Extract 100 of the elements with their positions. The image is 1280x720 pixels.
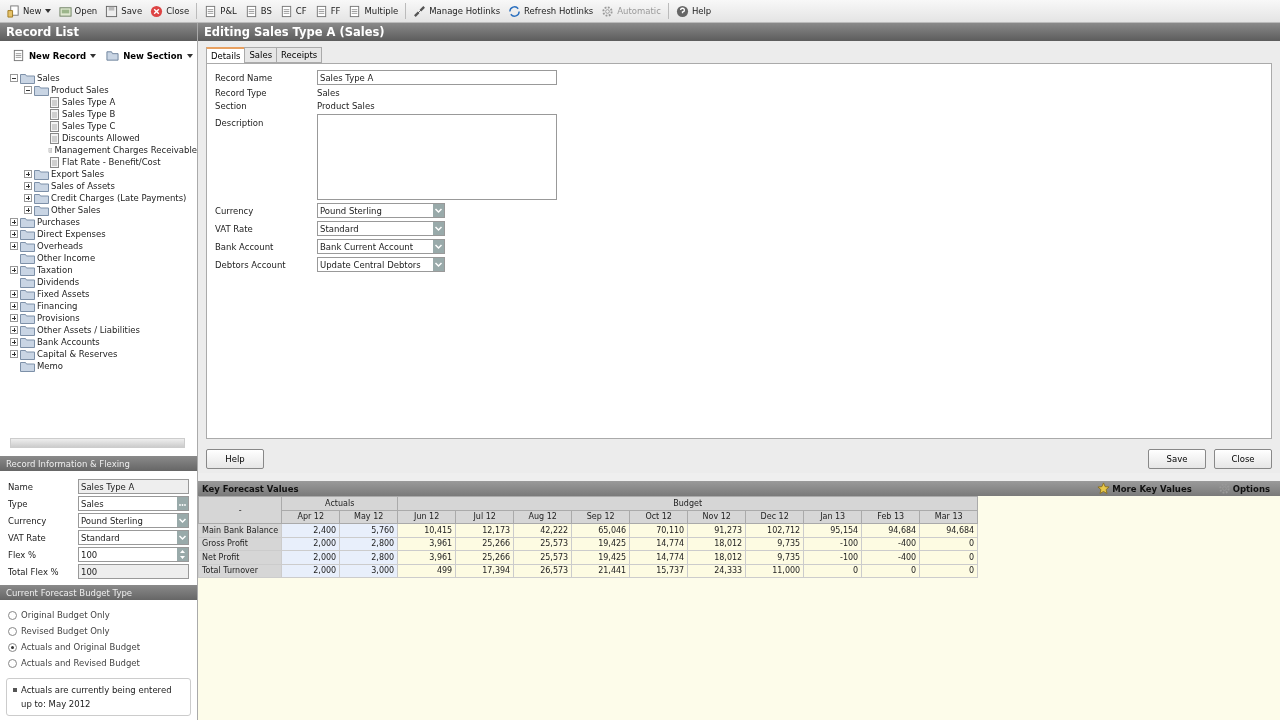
toolbar-button[interactable]: P&L xyxy=(201,2,240,20)
toolbar-button[interactable]: Help xyxy=(672,2,715,20)
panel-title: Record List xyxy=(0,23,197,41)
tree-item[interactable]: Sales of Assets xyxy=(51,181,115,191)
number-field[interactable]: 100 xyxy=(78,547,189,562)
tree-item[interactable]: Purchases xyxy=(37,217,81,227)
toolbar-button[interactable]: Open xyxy=(55,2,101,20)
tree-item[interactable]: Taxation xyxy=(37,265,73,275)
expand-toggle[interactable] xyxy=(24,170,32,178)
gear-icon xyxy=(601,4,615,18)
help-button[interactable]: Help xyxy=(206,449,264,469)
toolbar-button[interactable]: Save xyxy=(102,2,146,20)
radio-button[interactable] xyxy=(8,642,17,652)
tab[interactable]: Sales xyxy=(244,47,278,63)
collapse-toggle[interactable] xyxy=(10,74,18,82)
radio-label: Original Budget Only xyxy=(21,610,110,620)
field-label: Debtors Account xyxy=(215,259,287,270)
radio-button[interactable] xyxy=(8,626,17,636)
collapse-toggle[interactable] xyxy=(24,86,32,94)
toolbar-button[interactable]: New Section xyxy=(106,49,193,62)
dialog-button[interactable]: Save xyxy=(1148,449,1206,469)
tree-item[interactable]: Provisions xyxy=(37,313,80,323)
toolbar-button[interactable]: Options xyxy=(1211,481,1276,496)
field-label: Record Type xyxy=(215,88,268,98)
tree-item[interactable]: Other Assets / Liabilities xyxy=(37,325,140,335)
toolbar-button[interactable]: Manage Hotlinks xyxy=(410,2,504,20)
toolbar-button[interactable]: CF xyxy=(276,2,310,20)
tree-item[interactable]: Product Sales xyxy=(51,85,109,95)
tree-item[interactable]: Credit Charges (Late Payments) xyxy=(51,193,187,203)
column-group-header: Actuals xyxy=(281,496,398,510)
toolbar-button[interactable]: New xyxy=(4,2,54,20)
field-label: Bank Account xyxy=(215,241,275,252)
expand-toggle[interactable] xyxy=(10,314,18,322)
tree-item[interactable]: Dividends xyxy=(37,277,80,287)
tab[interactable]: Receipts xyxy=(276,47,323,63)
text-field[interactable]: Sales Type A xyxy=(78,479,189,494)
tree-item[interactable]: Overheads xyxy=(37,241,83,251)
field-value: Sales xyxy=(317,88,341,98)
dropdown[interactable]: Bank Current Account xyxy=(317,239,445,254)
tree-item[interactable]: Export Sales xyxy=(51,169,105,179)
text-field[interactable]: 100 xyxy=(78,564,189,579)
section-title: Key Forecast Values xyxy=(202,483,299,494)
tree-item[interactable]: Discounts Allowed xyxy=(62,133,140,143)
dropdown[interactable]: Standard xyxy=(317,221,445,236)
expand-toggle[interactable] xyxy=(10,338,18,346)
radio-button[interactable] xyxy=(8,610,17,620)
field-label: VAT Rate xyxy=(215,223,254,234)
toolbar-button[interactable]: Refresh Hotlinks xyxy=(505,2,597,20)
new-document-icon xyxy=(7,4,20,18)
save-icon xyxy=(105,4,119,18)
tree-item[interactable]: Sales xyxy=(37,73,60,83)
dropdown[interactable]: Update Central Debtors xyxy=(317,257,445,272)
text-field[interactable]: Sales Type A xyxy=(317,70,557,85)
toolbar-button[interactable]: BS xyxy=(241,2,275,20)
toolbar-button[interactable]: Close xyxy=(147,2,193,20)
toolbar-button[interactable]: More Key Values xyxy=(1091,481,1198,496)
toolbar-button[interactable]: New Record xyxy=(12,49,97,62)
close-icon xyxy=(150,4,164,18)
expand-toggle[interactable] xyxy=(10,218,18,226)
expand-toggle[interactable] xyxy=(24,194,32,202)
text-field[interactable]: Sales xyxy=(78,496,189,511)
tree-item[interactable]: Fixed Assets xyxy=(37,289,90,299)
tree-item[interactable]: Sales Type B xyxy=(62,109,116,119)
text-area[interactable] xyxy=(317,114,557,200)
section-title: Current Forecast Budget Type xyxy=(0,585,197,600)
tree-item[interactable]: Sales Type A xyxy=(62,97,116,107)
dropdown[interactable]: Pound Sterling xyxy=(317,203,445,218)
toolbar-button[interactable]: FF xyxy=(311,2,344,20)
tree-item[interactable]: Management Charges Receivable xyxy=(54,145,197,155)
expand-toggle[interactable] xyxy=(24,182,32,190)
dropdown[interactable]: Pound Sterling xyxy=(78,513,189,528)
expand-toggle[interactable] xyxy=(10,326,18,334)
dialog-button[interactable]: Close xyxy=(1214,449,1272,469)
expand-toggle[interactable] xyxy=(10,350,18,358)
expand-toggle[interactable] xyxy=(10,290,18,298)
gear-icon xyxy=(1217,482,1231,495)
tree-item[interactable]: Other Income xyxy=(37,253,96,263)
star-icon xyxy=(1097,482,1111,495)
toolbar-button[interactable]: Multiple xyxy=(345,2,402,20)
expand-toggle[interactable] xyxy=(24,206,32,214)
tree-item[interactable]: Bank Accounts xyxy=(37,337,100,347)
tree-item[interactable]: Flat Rate - Benefit/Cost xyxy=(62,157,161,167)
tree-item[interactable]: Financing xyxy=(37,301,78,311)
column-header: - xyxy=(198,496,282,524)
tree-item[interactable]: Direct Expenses xyxy=(37,229,106,239)
tree-item[interactable]: Other Sales xyxy=(51,205,101,215)
caret-icon xyxy=(186,53,193,58)
expand-toggle[interactable] xyxy=(10,266,18,274)
horizontal-scrollbar[interactable] xyxy=(10,438,185,448)
tree-item[interactable]: Sales Type C xyxy=(62,121,116,131)
field-label: Flex % xyxy=(8,549,38,560)
expand-toggle[interactable] xyxy=(10,242,18,250)
expand-toggle[interactable] xyxy=(10,302,18,310)
dropdown[interactable]: Standard xyxy=(78,530,189,545)
tab[interactable]: Details xyxy=(206,47,246,63)
tree-item[interactable]: Memo xyxy=(37,361,64,371)
expand-toggle[interactable] xyxy=(10,230,18,238)
radio-button[interactable] xyxy=(8,658,17,668)
tree-item[interactable]: Capital & Reserves xyxy=(37,349,118,359)
column-group-header: Budget xyxy=(397,496,978,510)
